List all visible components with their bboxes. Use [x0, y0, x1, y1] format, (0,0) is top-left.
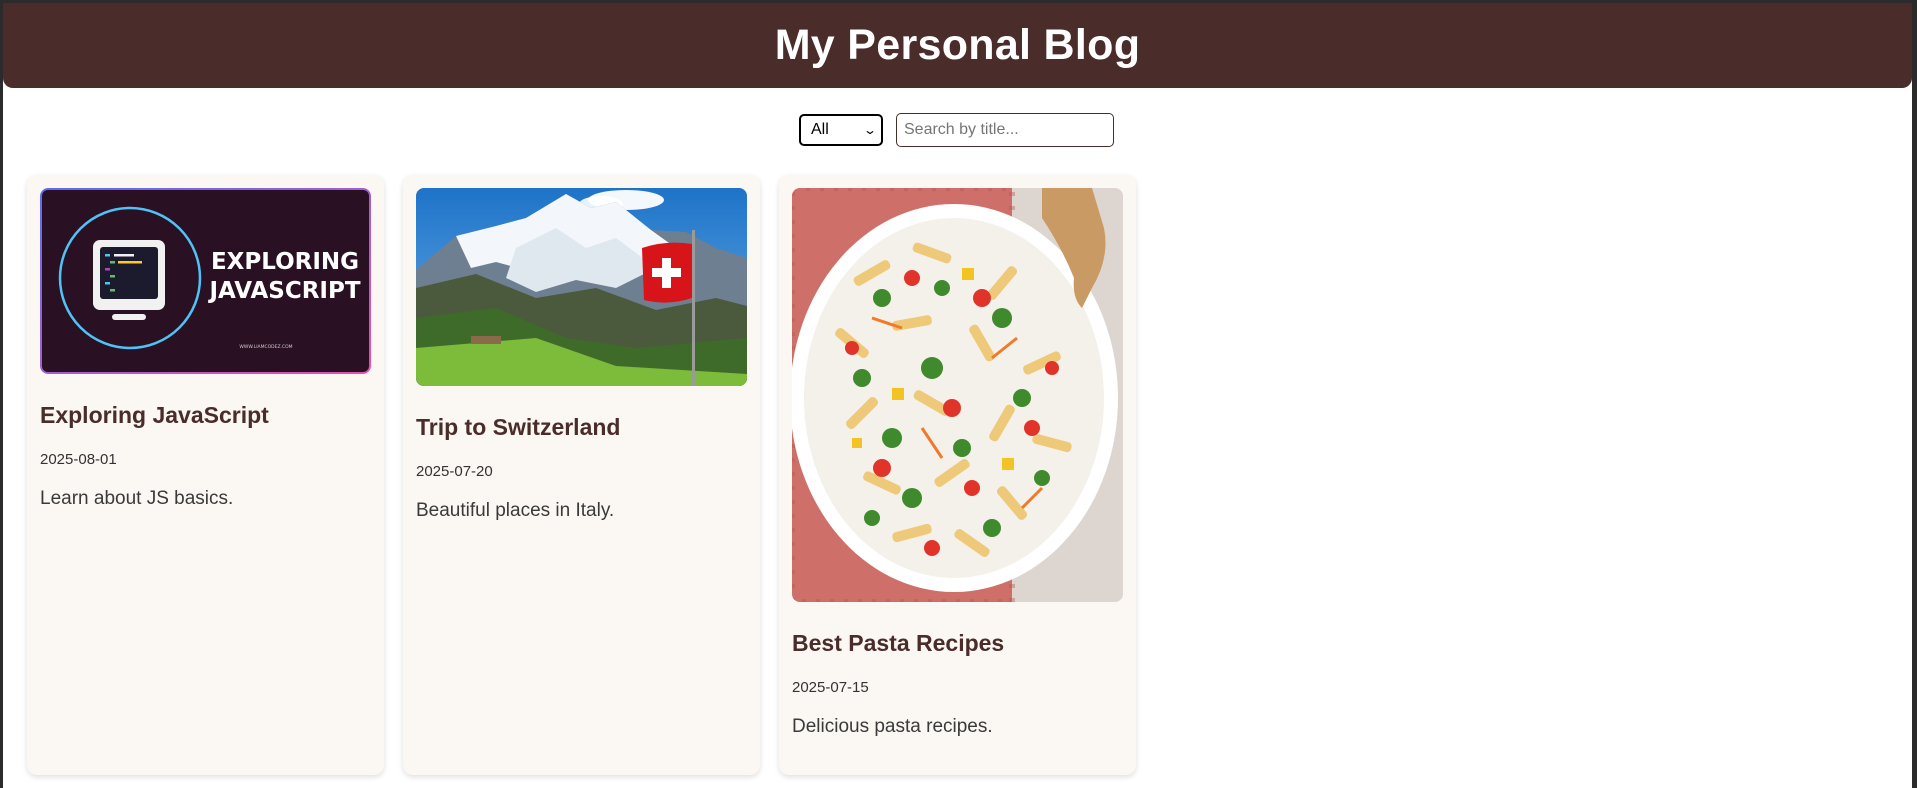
post-title[interactable]: Exploring JavaScript: [40, 402, 371, 429]
post-date: 2025-07-20: [416, 463, 493, 480]
category-select[interactable]: All ⌄: [799, 114, 883, 146]
post-date: 2025-07-15: [792, 679, 869, 696]
post-image-switzerland: [416, 188, 747, 386]
category-select-value: All: [811, 121, 829, 138]
banner-title-line2: JAVASCRIPT: [207, 278, 360, 304]
search-input[interactable]: [896, 113, 1114, 147]
post-image-pasta: [792, 188, 1123, 602]
banner-title-line1: EXPLORING: [211, 249, 359, 275]
page: My Personal Blog All ⌄ Search by title..…: [3, 3, 1912, 788]
post-title[interactable]: Trip to Switzerland: [416, 414, 747, 441]
banner-footer-url: WWW.LIAMCODEZ.COM: [239, 344, 292, 350]
post-card[interactable]: Trip to Switzerland 2025-07-20 Beautiful…: [403, 175, 760, 775]
post-description: Learn about JS basics.: [40, 488, 234, 509]
post-card[interactable]: Best Pasta Recipes 2025-07-15 Delicious …: [779, 175, 1136, 775]
post-card[interactable]: EXPLORING JAVASCRIPT WWW.LIAMCODEZ.COM E…: [27, 175, 384, 775]
chevron-down-icon: ⌄: [862, 123, 878, 137]
site-title: My Personal Blog: [774, 21, 1141, 69]
site-header: My Personal Blog: [3, 3, 1912, 88]
filter-bar: All ⌄: [799, 113, 1114, 147]
post-description: Beautiful places in Italy.: [416, 500, 615, 521]
post-title[interactable]: Best Pasta Recipes: [792, 630, 1123, 657]
post-date: 2025-08-01: [40, 451, 117, 468]
post-description: Delicious pasta recipes.: [792, 716, 993, 737]
post-image-javascript: EXPLORING JAVASCRIPT WWW.LIAMCODEZ.COM: [40, 188, 371, 374]
